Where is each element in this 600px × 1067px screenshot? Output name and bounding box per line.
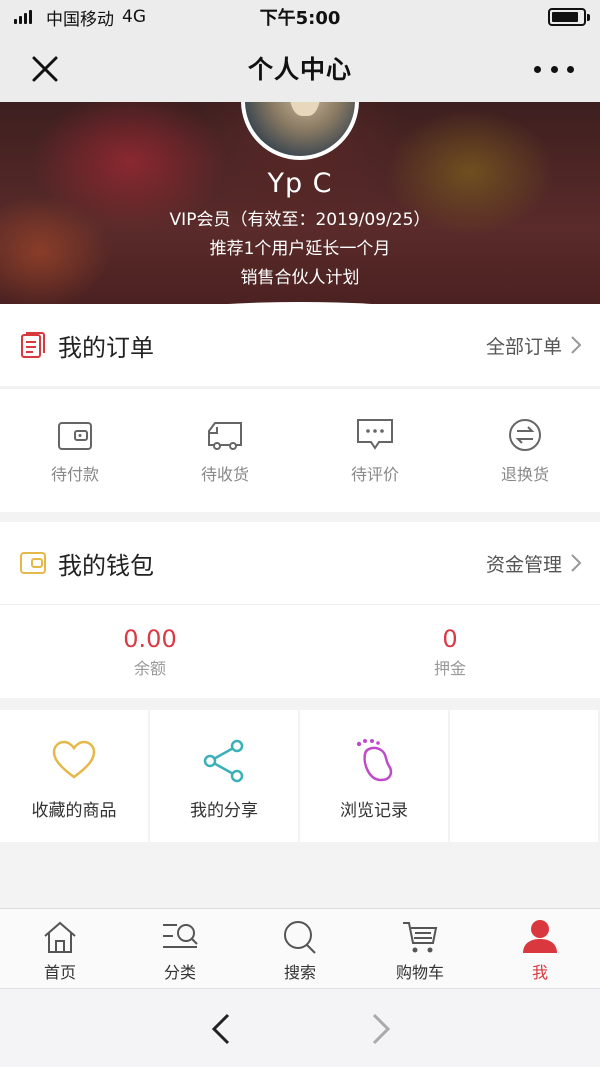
orders-title: 我的订单 (58, 333, 154, 362)
chevron-right-icon (372, 1013, 391, 1045)
deposit-value: 0 (442, 625, 458, 653)
recommend-text: 推荐1个用户延长一个月 (209, 239, 391, 259)
tab-label: 搜索 (283, 963, 316, 982)
history-button[interactable]: 浏览记录 (300, 710, 448, 842)
all-orders-label: 全部订单 (485, 335, 562, 358)
tab-cart[interactable]: 购物车 (360, 909, 480, 988)
tab-bar: 首页 分类 搜索 购物车 我 (0, 908, 600, 988)
order-label: 待收货 (200, 465, 249, 484)
tool-label: 浏览记录 (340, 801, 408, 821)
carrier-label: 中国移动 (46, 9, 114, 30)
share-button[interactable]: 我的分享 (150, 710, 298, 842)
tab-me[interactable]: 我 (480, 909, 600, 988)
more-dot-icon (534, 65, 541, 73)
tool-label: 我的分享 (190, 801, 258, 821)
order-status-grid: 待付款 待收货 待评价 退换货 (0, 388, 600, 512)
tab-label: 首页 (43, 963, 76, 982)
wallet-header: 我的钱包 资金管理 (0, 522, 600, 604)
tool-label: 收藏的商品 (31, 801, 117, 821)
partner-plan-link[interactable]: 销售合伙人计划 (0, 263, 600, 288)
fund-management-label: 资金管理 (485, 553, 562, 576)
fund-management-link[interactable]: 资金管理 (486, 522, 582, 604)
vip-status: VIP会员（有效至：2019/09/25） (169, 210, 431, 230)
tab-label: 分类 (163, 963, 196, 982)
status-left: 中国移动 4G (14, 5, 146, 30)
nav-bar: 个人中心 (0, 34, 600, 102)
forward-button[interactable] (366, 1011, 396, 1047)
all-orders-link[interactable]: 全部订单 (486, 304, 582, 386)
wallet-deposit[interactable]: 0 押金 (300, 605, 600, 698)
status-bar: 中国移动 4G 下午5:00 (0, 0, 600, 34)
wallet-section-icon (20, 552, 46, 574)
more-dot-icon (567, 65, 574, 73)
tab-home[interactable]: 首页 (0, 909, 120, 988)
order-list-icon (21, 332, 45, 358)
wallet-icon (58, 422, 92, 450)
profile-header: Yp C VIP会员（有效至：2019/09/25） 推荐1个用户延长一个月 销… (0, 102, 600, 312)
page-title: 个人中心 (247, 55, 352, 84)
wallet-grid: 0.00 余额 0 押金 (0, 604, 600, 698)
wallet-balance[interactable]: 0.00 余额 (0, 605, 300, 698)
favorites-button[interactable]: 收藏的商品 (0, 710, 148, 842)
empty-tool-slot (450, 710, 598, 842)
deposit-label: 押金 (433, 659, 466, 678)
orders-header: 我的订单 全部订单 (0, 304, 600, 386)
balance-value: 0.00 (123, 625, 177, 653)
signal-icon (14, 10, 32, 24)
network-label: 4G (122, 7, 146, 27)
tab-label: 我 (531, 963, 548, 982)
truck-icon (208, 422, 242, 450)
comment-icon (357, 419, 393, 450)
exchange-icon (509, 419, 541, 451)
chevron-right-icon (571, 336, 582, 354)
order-pending-receipt[interactable]: 待收货 (150, 389, 300, 512)
more-dot-icon (550, 65, 558, 73)
close-button[interactable] (28, 52, 62, 86)
tab-label: 购物车 (395, 963, 444, 982)
back-button[interactable] (206, 1011, 236, 1047)
tab-category[interactable]: 分类 (120, 909, 240, 988)
close-icon (32, 56, 58, 82)
tool-grid: 收藏的商品 我的分享 浏览记录 (0, 710, 600, 842)
home-icon (44, 921, 76, 953)
more-button[interactable] (534, 52, 574, 86)
chevron-left-icon (211, 1013, 230, 1045)
battery-fill (552, 12, 578, 22)
order-label: 待付款 (50, 465, 99, 484)
chevron-right-icon (571, 554, 582, 572)
footprint-icon (356, 739, 393, 782)
order-return-exchange[interactable]: 退换货 (450, 389, 600, 512)
order-pending-payment[interactable]: 待付款 (0, 389, 150, 512)
username: Yp C (267, 168, 333, 199)
order-label: 待评价 (350, 465, 399, 484)
search-icon (284, 921, 316, 954)
heart-icon (52, 740, 96, 779)
order-label: 退换货 (500, 465, 549, 484)
share-icon (203, 739, 244, 783)
battery-icon (548, 8, 590, 26)
cart-icon (403, 922, 438, 953)
balance-label: 余额 (133, 659, 166, 678)
user-icon (523, 920, 557, 953)
order-pending-review[interactable]: 待评价 (300, 389, 450, 512)
category-icon (163, 924, 198, 948)
browser-toolbar (0, 988, 600, 1067)
wallet-title: 我的钱包 (58, 551, 154, 580)
tab-search[interactable]: 搜索 (240, 909, 360, 988)
